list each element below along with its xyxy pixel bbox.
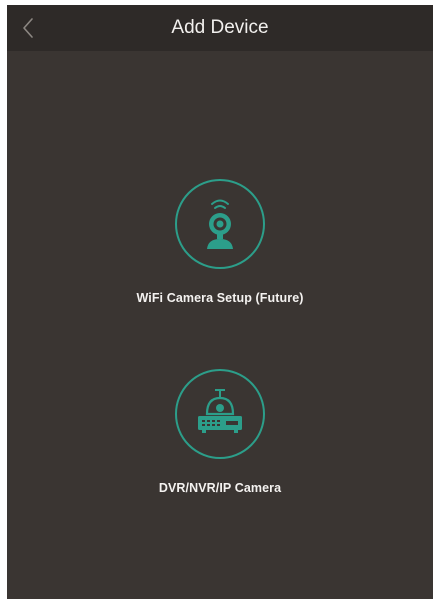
add-device-screen: Add Device WiFi Camera Setup (Future) DV…	[7, 5, 433, 599]
wifi-camera-setup-label: WiFi Camera Setup (Future)	[136, 291, 304, 305]
back-button[interactable]	[13, 13, 43, 43]
wifi-camera-icon-circle	[175, 179, 265, 269]
wifi-camera-setup-option[interactable]: WiFi Camera Setup (Future)	[7, 179, 433, 305]
nav-bar: Add Device	[7, 5, 433, 51]
dvr-recorder-icon	[198, 389, 242, 433]
dvr-nvr-ip-camera-label: DVR/NVR/IP Camera	[158, 481, 282, 495]
dvr-nvr-ip-camera-option[interactable]: DVR/NVR/IP Camera	[7, 369, 433, 495]
page-title: Add Device	[171, 17, 269, 38]
chevron-left-icon	[23, 18, 33, 38]
wifi-camera-icon	[207, 199, 233, 249]
dvr-icon-circle	[175, 369, 265, 459]
